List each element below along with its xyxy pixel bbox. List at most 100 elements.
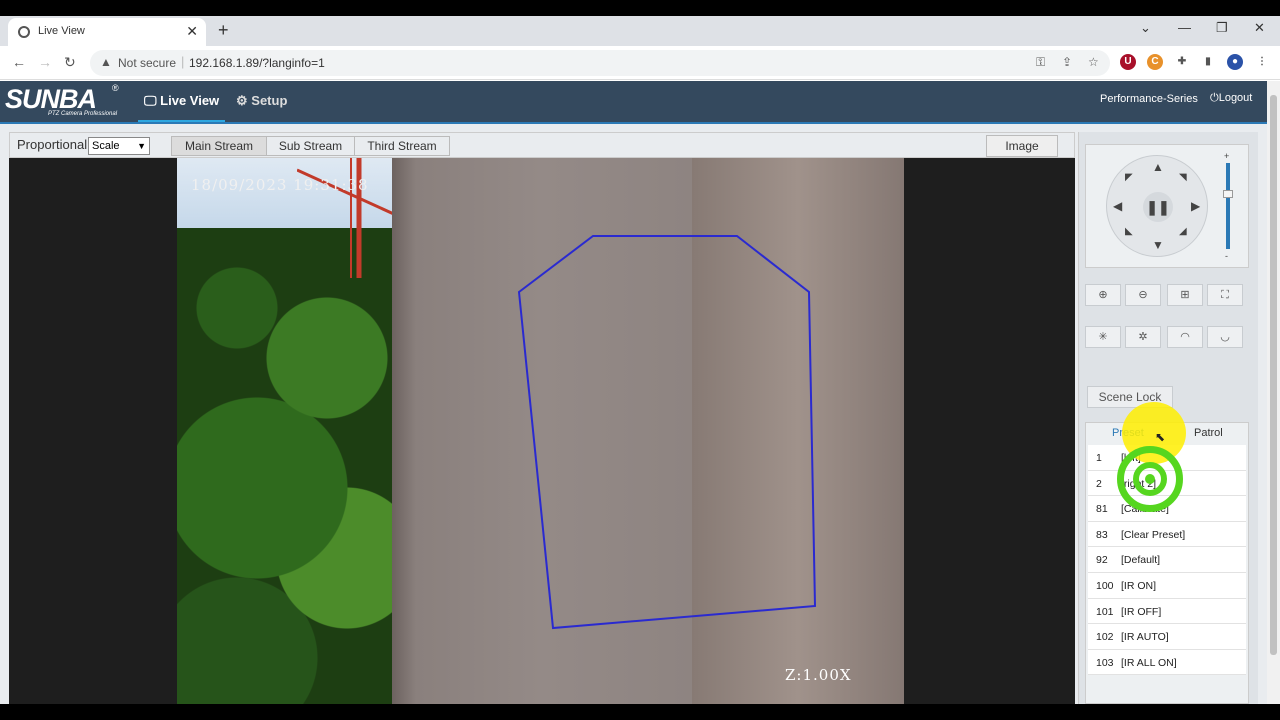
preset-row[interactable]: 101 [IR OFF] bbox=[1088, 598, 1246, 625]
preset-number: 100 bbox=[1096, 579, 1114, 592]
ptz-speed-slider[interactable] bbox=[1223, 163, 1233, 249]
tab-title: Live View bbox=[38, 25, 85, 37]
preset-row[interactable]: 83 [Clear Preset] bbox=[1088, 521, 1246, 548]
close-window-button[interactable]: ✕ bbox=[1254, 20, 1265, 36]
preset-number: 1 bbox=[1096, 452, 1102, 464]
monitor-icon: 🖵 bbox=[144, 93, 161, 108]
profile-avatar[interactable]: ● bbox=[1227, 54, 1243, 70]
registered-mark: ® bbox=[112, 83, 119, 93]
minimize-button[interactable]: — bbox=[1178, 20, 1191, 35]
power-icon: ⏻ bbox=[1210, 92, 1219, 104]
wiper-on-icon[interactable]: ◠ bbox=[1167, 326, 1203, 348]
ptz-downright-arrow[interactable]: ◢ bbox=[1179, 226, 1187, 237]
sidepanel-icon[interactable]: ▮ bbox=[1200, 54, 1216, 70]
pause-icon[interactable]: ❚❚ bbox=[1143, 192, 1173, 222]
restore-button[interactable]: ❐ bbox=[1216, 20, 1228, 36]
mouse-pointer-icon: ⬉ bbox=[1155, 430, 1166, 444]
reload-icon[interactable]: ↻ bbox=[64, 54, 76, 71]
chevron-down-icon: ▼ bbox=[137, 141, 146, 151]
warning-icon[interactable]: ▲ bbox=[100, 55, 112, 69]
sub-stream-button[interactable]: Sub Stream bbox=[266, 136, 355, 156]
logout-link[interactable]: ⏻Logout bbox=[1210, 92, 1252, 105]
scale-select-value: Scale bbox=[92, 140, 120, 152]
nav-live-label: Live View bbox=[160, 93, 220, 108]
zoom-out-icon[interactable]: ⊖ bbox=[1125, 284, 1161, 306]
preset-name: [IR OFF] bbox=[1121, 605, 1162, 618]
ptz-down-arrow[interactable]: ▼ bbox=[1152, 238, 1164, 252]
browser-tab-live-view[interactable]: Live View ✕ bbox=[8, 18, 206, 46]
iris-close-icon[interactable]: ✲ bbox=[1125, 326, 1161, 348]
series-label: Performance-Series bbox=[1100, 93, 1198, 105]
speed-minus-label: - bbox=[1225, 251, 1228, 261]
close-tab-icon[interactable]: ✕ bbox=[186, 23, 198, 40]
logout-label: Logout bbox=[1218, 92, 1253, 104]
preset-number: 83 bbox=[1096, 528, 1108, 541]
preset-number: 2 bbox=[1096, 477, 1102, 490]
star-icon[interactable]: ☆ bbox=[1088, 55, 1099, 69]
forward-arrow-icon[interactable]: → bbox=[38, 54, 52, 70]
third-stream-button[interactable]: Third Stream bbox=[354, 136, 450, 156]
not-secure-label[interactable]: Not secure bbox=[118, 56, 176, 70]
preset-number: 92 bbox=[1096, 554, 1108, 567]
ptz-upleft-arrow[interactable]: ◤ bbox=[1125, 172, 1133, 183]
app-header: SUNBA ® PTZ Camera Professional 🖵 Live V… bbox=[0, 81, 1267, 122]
logo-tagline: PTZ Camera Professional bbox=[48, 111, 118, 117]
kebab-menu-icon[interactable]: ⋮ bbox=[1254, 54, 1270, 70]
preset-number: 101 bbox=[1096, 605, 1114, 618]
ptz-right-arrow[interactable]: ▶ bbox=[1191, 199, 1200, 213]
preset-row[interactable]: 102 [IR AUTO] bbox=[1088, 624, 1246, 650]
puzzle-extensions-icon[interactable]: ✚ bbox=[1174, 54, 1190, 70]
preset-name: [IR ON] bbox=[1121, 579, 1157, 592]
ptz-left-arrow[interactable]: ◀ bbox=[1113, 199, 1122, 213]
ptz-downleft-arrow[interactable]: ◣ bbox=[1125, 226, 1133, 237]
focus-near-icon[interactable]: ⊞ bbox=[1167, 284, 1203, 306]
preset-name: [Default] bbox=[1121, 554, 1161, 567]
zoom-in-icon[interactable]: ⊕ bbox=[1085, 284, 1121, 306]
image-button[interactable]: Image bbox=[986, 135, 1058, 157]
nav-live-view[interactable]: 🖵 Live View bbox=[138, 81, 226, 122]
preset-name: [IR ALL ON] bbox=[1121, 656, 1177, 669]
scale-select[interactable]: Scale ▼ bbox=[88, 137, 150, 155]
back-arrow-icon[interactable]: ← bbox=[12, 54, 26, 70]
preset-number: 102 bbox=[1096, 631, 1114, 644]
browser-window: Live View ✕ + ⌄ — ❐ ✕ ← → ↻ ▲ Not secure… bbox=[0, 0, 1280, 720]
nav-setup-label: Setup bbox=[251, 93, 288, 108]
main-stream-button[interactable]: Main Stream bbox=[171, 136, 267, 156]
preset-name: [Clear Preset] bbox=[1121, 528, 1186, 541]
preset-number: 103 bbox=[1096, 656, 1114, 669]
focus-far-icon[interactable]: ⛶ bbox=[1207, 284, 1243, 306]
camera-frame[interactable]: 18/09/2023 19:31:38 Z:1.00X bbox=[177, 158, 904, 704]
iris-open-icon[interactable]: ✳ bbox=[1085, 326, 1121, 348]
tab-search-icon[interactable]: ⌄ bbox=[1140, 20, 1151, 36]
preset-name: [IR AUTO] bbox=[1121, 631, 1169, 644]
preset-row[interactable]: 103 [IR ALL ON] bbox=[1088, 649, 1246, 676]
screen-bottom-border bbox=[0, 704, 1280, 720]
roi-polygon[interactable] bbox=[177, 158, 904, 704]
wiper-off-icon[interactable]: ◡ bbox=[1207, 326, 1243, 348]
osd-zoom-level: Z:1.00X bbox=[785, 666, 852, 684]
ublock-extension-icon[interactable]: U bbox=[1120, 54, 1136, 70]
ptz-control-box: ▲ ▼ ◀ ▶ ◤ ◥ ◣ ◢ ❚❚ + - bbox=[1085, 144, 1249, 268]
scrollbar-thumb[interactable] bbox=[1270, 95, 1277, 655]
key-icon[interactable]: ⚿ bbox=[1036, 55, 1045, 70]
address-bar-row: ← → ↻ ▲ Not secure | 192.168.1.89/?langi… bbox=[0, 46, 1280, 80]
preset-row[interactable]: 92 [Default] bbox=[1088, 547, 1246, 573]
ptz-up-arrow[interactable]: ▲ bbox=[1152, 160, 1164, 174]
cookie-extension-icon[interactable]: C bbox=[1147, 54, 1163, 70]
speed-slider-thumb[interactable] bbox=[1223, 190, 1233, 198]
new-tab-button[interactable]: + bbox=[218, 20, 229, 41]
ptz-upright-arrow[interactable]: ◥ bbox=[1179, 172, 1187, 183]
globe-icon bbox=[18, 26, 30, 38]
proportional-label: Proportional bbox=[17, 137, 88, 152]
nav-setup[interactable]: ⚙ Setup bbox=[236, 93, 287, 109]
preset-row[interactable]: 100 [IR ON] bbox=[1088, 572, 1246, 599]
zoom-focus-row: ⊕ ⊖ ⊞ ⛶ bbox=[1085, 284, 1251, 306]
tab-patrol[interactable]: Patrol bbox=[1194, 427, 1223, 439]
page-scrollbar[interactable] bbox=[1267, 81, 1280, 704]
video-player[interactable]: 18/09/2023 19:31:38 Z:1.00X bbox=[9, 158, 1075, 704]
url-text[interactable]: 192.168.1.89/?langinfo=1 bbox=[189, 56, 325, 70]
ptz-direction-wheel[interactable]: ▲ ▼ ◀ ▶ ◤ ◥ ◣ ◢ ❚❚ bbox=[1106, 155, 1208, 257]
share-icon[interactable]: ⇪ bbox=[1062, 55, 1072, 69]
gear-icon: ⚙ bbox=[236, 93, 252, 108]
omnibox[interactable]: ▲ Not secure | 192.168.1.89/?langinfo=1 … bbox=[90, 50, 1110, 76]
